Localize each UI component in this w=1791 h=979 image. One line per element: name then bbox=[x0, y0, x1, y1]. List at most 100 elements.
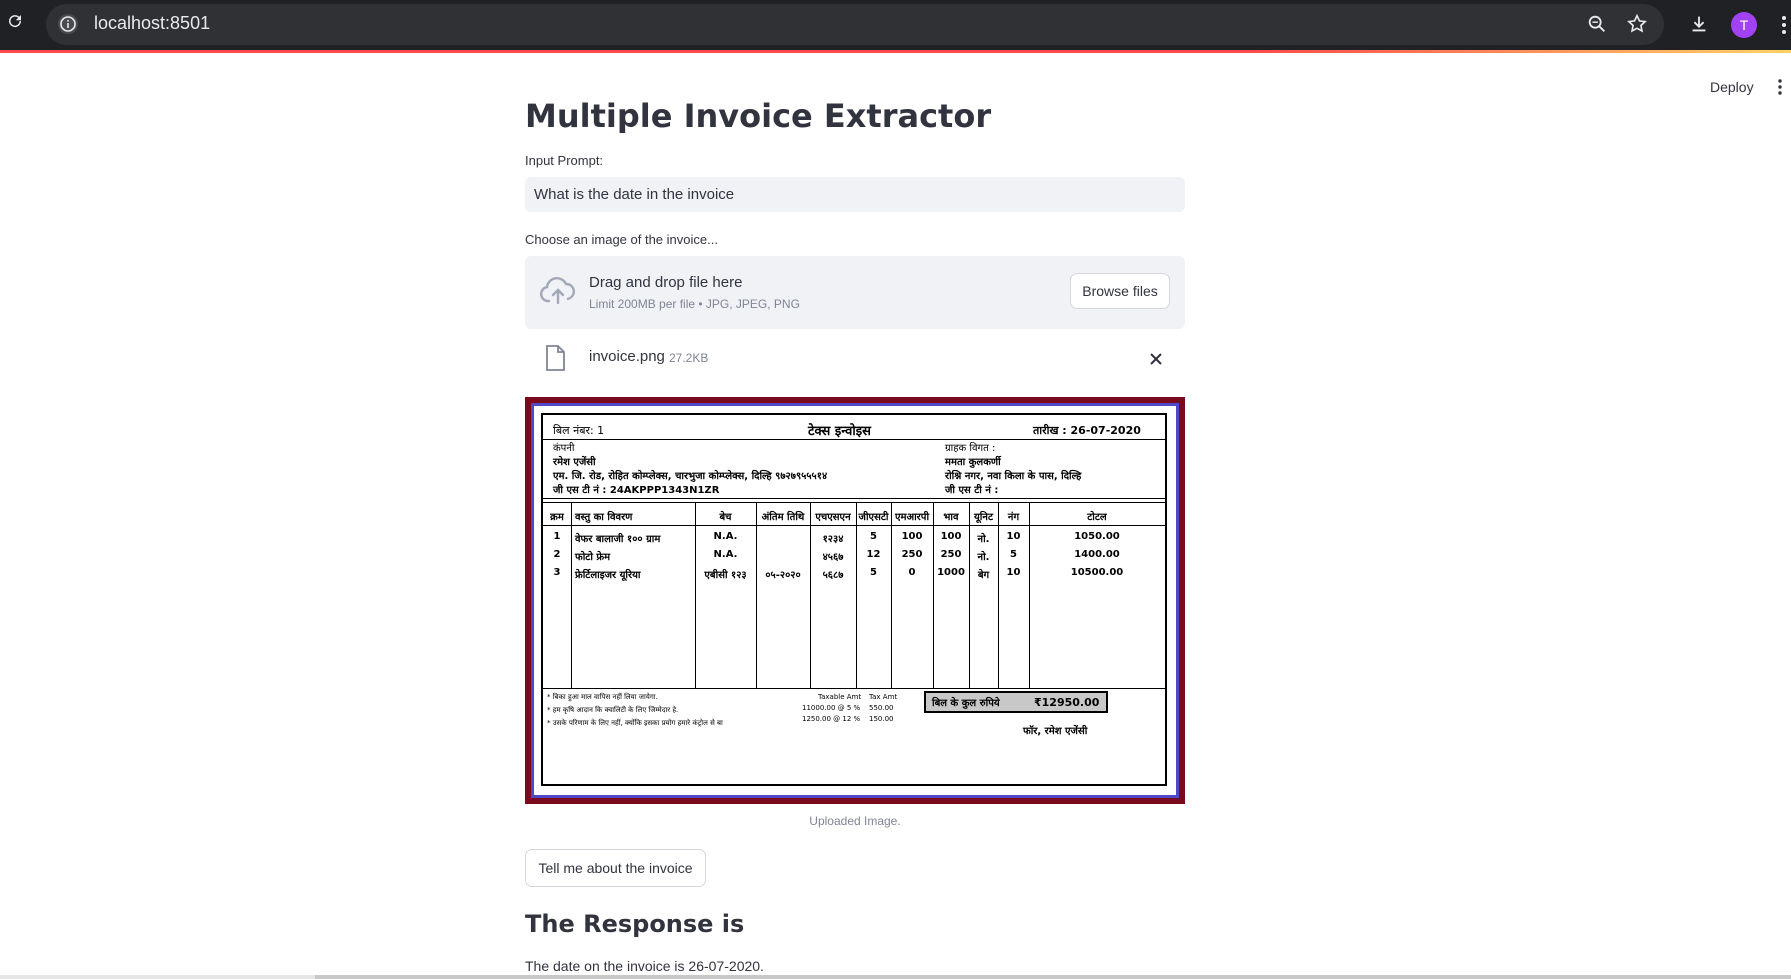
close-icon[interactable] bbox=[1147, 350, 1165, 368]
drop-limits: Limit 200MB per file • JPG, JPEG, PNG bbox=[589, 297, 800, 311]
table-cell: 2 bbox=[553, 549, 561, 560]
site-info-icon[interactable] bbox=[58, 14, 78, 34]
invoice-signature: फॉर, रमेश एजेंसी bbox=[1023, 726, 1088, 737]
profile-avatar[interactable]: T bbox=[1731, 12, 1757, 38]
table-column-divider bbox=[571, 503, 572, 688]
table-cell: 1000 bbox=[937, 567, 965, 578]
invoice-company-name: रमेश एजेंसी bbox=[553, 457, 596, 468]
table-header-cell: अंतिम तिथि bbox=[761, 512, 805, 523]
tax-row: 550.00 bbox=[869, 704, 894, 712]
table-cell: 5 bbox=[1010, 549, 1017, 560]
submit-button[interactable]: Tell me about the invoice bbox=[525, 849, 706, 887]
zoom-icon[interactable] bbox=[1586, 13, 1608, 35]
table-cell: ४५६७ bbox=[822, 552, 844, 563]
prompt-label: Input Prompt: bbox=[525, 153, 604, 168]
table-cell: N.A. bbox=[713, 531, 738, 542]
table-cell: 100 bbox=[940, 531, 962, 542]
table-column-divider bbox=[756, 503, 757, 688]
table-cell: ५६८७ bbox=[822, 570, 844, 581]
table-cell: 1400.00 bbox=[1074, 549, 1120, 560]
table-cell: 250 bbox=[901, 549, 923, 560]
response-text: The date on the invoice is 26-07-2020. bbox=[525, 958, 764, 974]
tax-row: 11000.00 @ 5 % bbox=[802, 704, 861, 712]
uploader-label: Choose an image of the invoice... bbox=[525, 232, 718, 247]
invoice-total-value: ₹12950.00 bbox=[1034, 696, 1100, 709]
bookmark-star-icon[interactable] bbox=[1626, 13, 1648, 35]
browse-files-button[interactable]: Browse files bbox=[1070, 273, 1170, 309]
image-caption: Uploaded Image. bbox=[809, 814, 901, 828]
table-cell: १२३४ bbox=[822, 534, 844, 545]
invoice-company-address: एम. जि. रोड, रोहित कोम्प्लेक्स, चारभुजा … bbox=[553, 471, 828, 482]
invoice-total-label: बिल के कुल रुपिये bbox=[932, 698, 1000, 709]
table-cell: नो. bbox=[977, 552, 990, 563]
cloud-upload-icon bbox=[539, 277, 575, 305]
invoice-date: तारीख : 26-07-2020 bbox=[1033, 424, 1141, 437]
table-cell: बेग bbox=[977, 570, 990, 581]
tax-header: Tax Amt bbox=[869, 693, 898, 701]
scrollbar-thumb[interactable] bbox=[315, 975, 1791, 979]
invoice-note: * उसके परिणाम के लिए नहीं, क्योंकि इसका … bbox=[547, 719, 723, 727]
table-header-cell: एचएसएन bbox=[815, 512, 851, 523]
table-cell: ०५-२०२० bbox=[765, 570, 801, 581]
uploaded-file-row: invoice.png 27.2KB bbox=[525, 342, 1185, 378]
invoice-customer-label: ग्राहक विगत : bbox=[945, 443, 996, 454]
browser-toolbar: localhost:8501 T bbox=[0, 0, 1791, 50]
table-cell: फोटो फ्रेम bbox=[575, 552, 611, 563]
table-cell: एबीसी १२३ bbox=[704, 570, 747, 581]
drop-title: Drag and drop file here bbox=[589, 274, 743, 291]
invoice-customer-address: रोश्नि नगर, नवा किला के पास, दिल्हि bbox=[945, 471, 1082, 482]
invoice-note: * बिका हुआ माल वापिस नहीं लिया जायेगा. bbox=[547, 693, 658, 701]
invoice-total-box: बिल के कुल रुपिये ₹12950.00 bbox=[924, 691, 1108, 713]
table-header-cell: जीएसटी bbox=[858, 512, 889, 523]
table-cell: 5 bbox=[870, 531, 877, 542]
invoice-note: * हम कृषि आदान कि क्वालिटी के लिए जिम्मे… bbox=[547, 706, 679, 714]
table-cell: वेफर बालाजी १०० ग्राम bbox=[575, 534, 661, 545]
table-cell: फ्रेर्टिलाइजर यूरिया bbox=[575, 570, 641, 581]
url-text: localhost:8501 bbox=[94, 13, 211, 33]
file-icon bbox=[546, 345, 565, 371]
invoice-doc-title: टेक्स इन्वोइस bbox=[808, 424, 871, 439]
title-clip: Multiple Invoice Extractor bbox=[0, 53, 1791, 133]
invoice-frame: बिल नंबर: 1 टेक्स इन्वोइस तारीख : 26-07-… bbox=[541, 413, 1167, 786]
download-icon[interactable] bbox=[1688, 13, 1710, 35]
table-cell: 1 bbox=[553, 531, 561, 542]
invoice-company-label: कंपनी bbox=[553, 443, 575, 454]
invoice-customer-gst: जी एस टी नं : bbox=[945, 485, 999, 496]
file-name: invoice.png bbox=[589, 348, 665, 365]
table-cell: 250 bbox=[940, 549, 962, 560]
table-cell: 10 bbox=[1006, 531, 1021, 542]
invoice-bill-no: बिल नंबर: 1 bbox=[553, 424, 605, 437]
prompt-input[interactable] bbox=[525, 177, 1185, 212]
table-header-divider bbox=[543, 525, 1165, 526]
table-cell: 10 bbox=[1006, 567, 1021, 578]
tax-row: 150.00 bbox=[869, 715, 894, 723]
table-cell: नो. bbox=[977, 534, 990, 545]
invoice-company-gst: जी एस टी नं : 24AKPPP1343N1ZR bbox=[553, 485, 720, 496]
invoice-image: बिल नंबर: 1 टेक्स इन्वोइस तारीख : 26-07-… bbox=[525, 397, 1185, 804]
table-cell: 10500.00 bbox=[1070, 567, 1124, 578]
file-size: 27.2KB bbox=[669, 351, 709, 365]
table-cell: 5 bbox=[870, 567, 877, 578]
table-header-cell: नंग bbox=[1007, 512, 1020, 523]
table-cell: 0 bbox=[908, 567, 916, 578]
invoice-customer-name: ममता कुलकर्णी bbox=[945, 457, 1001, 468]
table-header-cell: बेच bbox=[719, 512, 732, 523]
table-cell: 3 bbox=[553, 567, 561, 578]
table-header-cell: यूनिट bbox=[974, 512, 993, 523]
table-cell: N.A. bbox=[713, 549, 738, 560]
page-title: Multiple Invoice Extractor bbox=[525, 97, 992, 133]
table-cell: 100 bbox=[901, 531, 923, 542]
table-header-cell: एमआरपी bbox=[894, 512, 930, 523]
tax-row: 1250.00 @ 12 % bbox=[802, 715, 861, 723]
table-header-cell: भाव bbox=[943, 512, 959, 523]
reload-icon[interactable] bbox=[6, 12, 24, 30]
table-cell: 12 bbox=[866, 549, 881, 560]
table-header-cell: टोटल bbox=[1087, 512, 1107, 523]
address-bar[interactable]: localhost:8501 bbox=[46, 4, 1664, 45]
file-dropzone[interactable]: Drag and drop file here Limit 200MB per … bbox=[525, 256, 1185, 329]
table-header-cell: वस्तु का विवरण bbox=[575, 512, 633, 523]
browser-menu-icon[interactable] bbox=[1780, 14, 1788, 36]
table-cell: 1050.00 bbox=[1074, 531, 1120, 542]
response-heading: The Response is bbox=[525, 910, 745, 938]
tax-header: Taxable Amt bbox=[818, 693, 862, 701]
